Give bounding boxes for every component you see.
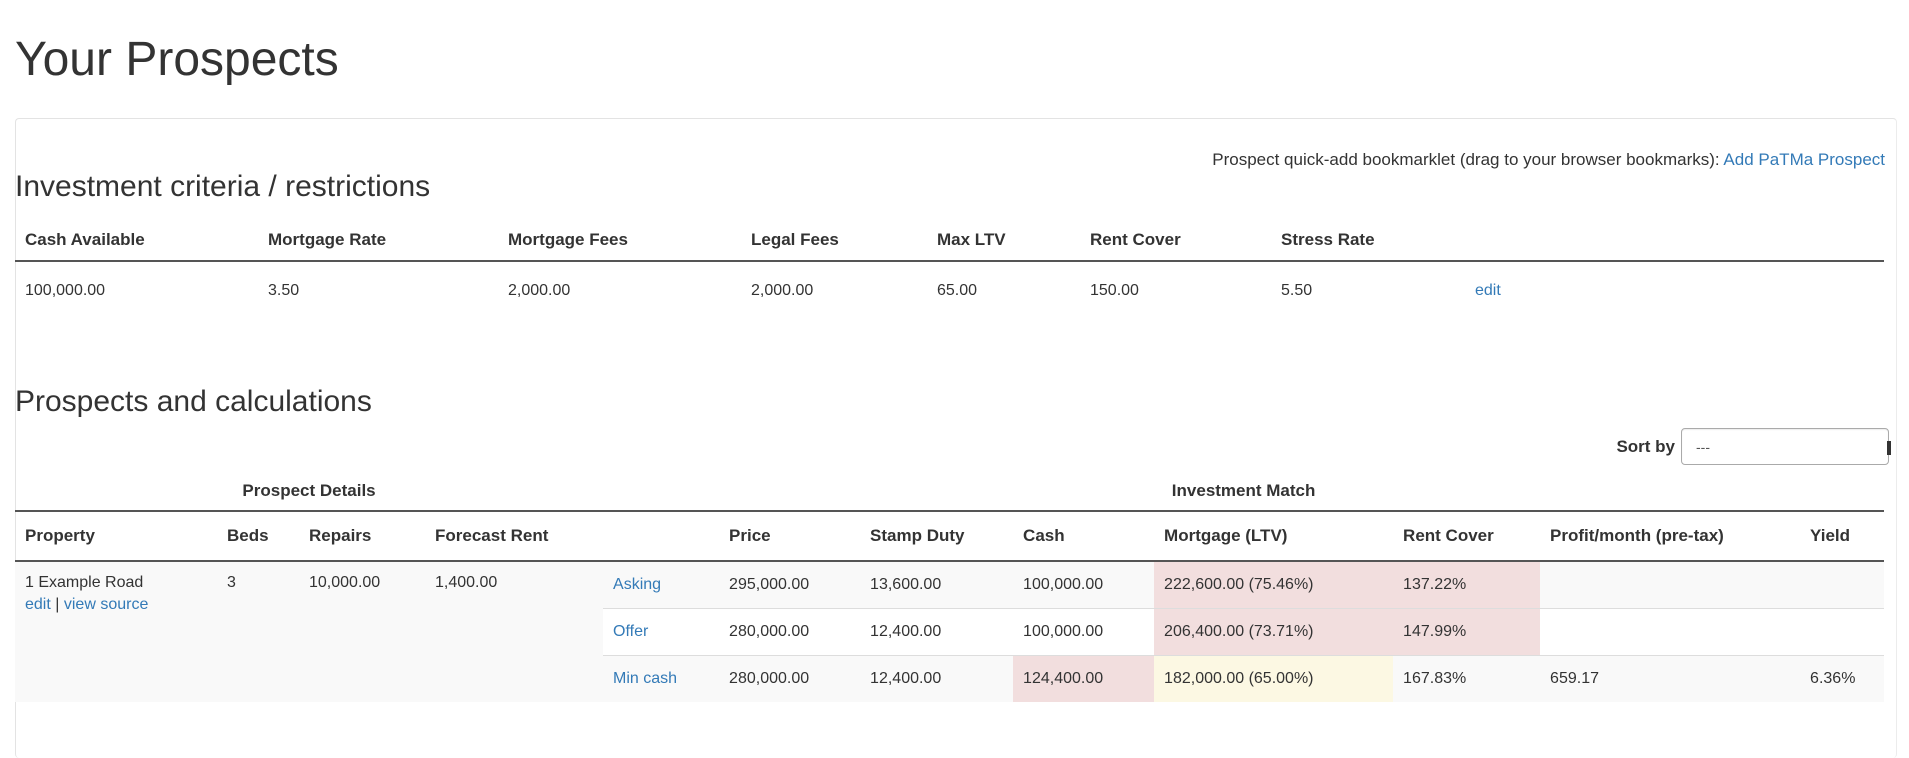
add-prospect-bookmarklet-link[interactable]: Add PaTMa Prospect — [1723, 150, 1885, 169]
value-rent-cover: 150.00 — [1090, 282, 1139, 299]
header-mortgage-rate: Mortgage Rate — [258, 220, 498, 262]
criteria-row: 100,000.00 3.50 2,000.00 2,000.00 65.00 … — [15, 261, 1884, 320]
rent-cover-cell: 147.99% — [1393, 608, 1541, 656]
header-rent-cover: Rent Cover — [1080, 220, 1271, 262]
stamp-duty-cell: 13,600.00 — [860, 561, 1014, 609]
property-actions: edit | view source — [25, 596, 207, 614]
sort-label: Sort by — [1616, 436, 1675, 456]
select-handle-icon — [1887, 441, 1891, 455]
prospects-table: Prospect Details Investment Match Proper… — [15, 472, 1885, 702]
stamp-duty-cell: 12,400.00 — [860, 655, 1014, 702]
scenario-label-cell: Offer — [603, 608, 720, 656]
yield-cell — [1800, 608, 1885, 656]
page-title: Your Prospects — [15, 33, 339, 86]
prospects-title: Prospects and calculations — [15, 385, 372, 418]
group-prospect-details: Prospect Details — [15, 472, 604, 512]
prospects-header-row: Property Beds Repairs Forecast Rent Pric… — [15, 511, 1885, 562]
price-cell: 295,000.00 — [719, 561, 861, 609]
group-header-row: Prospect Details Investment Match — [15, 472, 1885, 512]
header-yield: Yield — [1800, 511, 1885, 562]
group-investment-match: Investment Match — [603, 472, 1885, 512]
action-separator: | — [55, 596, 60, 613]
yield-cell: 6.36% — [1800, 655, 1885, 702]
scenario-offer-link[interactable]: Offer — [613, 623, 648, 640]
value-stress-rate: 5.50 — [1281, 282, 1313, 299]
rent-cover-cell: 167.83% — [1393, 655, 1541, 702]
profit-cell — [1540, 608, 1801, 656]
scenario-label-cell: Min cash — [603, 655, 720, 702]
cash-cell: 100,000.00 — [1013, 608, 1155, 656]
value-legal-fees: 2,000.00 — [751, 282, 814, 299]
stamp-duty-cell: 12,400.00 — [860, 608, 1014, 656]
header-cash: Cash — [1013, 511, 1155, 562]
criteria-actions: edit — [1475, 261, 1884, 320]
header-forecast-rent: Forecast Rent — [425, 511, 604, 562]
property-name: 1 Example Road — [25, 574, 144, 591]
header-profit-month: Profit/month (pre-tax) — [1540, 511, 1801, 562]
header-rent-cover: Rent Cover — [1393, 511, 1541, 562]
price-cell: 280,000.00 — [719, 655, 861, 702]
cash-cell: 124,400.00 — [1013, 655, 1155, 702]
sort-select[interactable]: --- — [1681, 428, 1891, 465]
criteria-title: Investment criteria / restrictions — [15, 170, 431, 203]
value-cash-available: 100,000.00 — [25, 282, 106, 299]
price-cell: 280,000.00 — [719, 608, 861, 656]
header-price: Price — [719, 511, 861, 562]
scenario-asking-link[interactable]: Asking — [613, 576, 661, 593]
forecast-rent-cell: 1,400.00 — [425, 561, 604, 702]
mortgage-cell: 182,000.00 (65.00%) — [1154, 655, 1394, 702]
criteria-header-row: Cash Available Mortgage Rate Mortgage Fe… — [15, 220, 1884, 262]
header-actions — [1475, 220, 1884, 262]
repairs-cell: 10,000.00 — [299, 561, 425, 702]
criteria-table: Cash Available Mortgage Rate Mortgage Fe… — [15, 220, 1884, 320]
value-max-ltv: 65.00 — [937, 282, 978, 299]
header-cash-available: Cash Available — [15, 220, 258, 262]
value-mortgage-rate: 3.50 — [268, 282, 300, 299]
edit-property-link[interactable]: edit — [25, 596, 51, 613]
beds-cell: 3 — [217, 561, 299, 702]
profit-cell — [1540, 561, 1801, 609]
header-max-ltv: Max LTV — [927, 220, 1080, 262]
view-source-link[interactable]: view source — [64, 596, 148, 613]
rent-cover-cell: 137.22% — [1393, 561, 1541, 609]
mortgage-cell: 222,600.00 (75.46%) — [1154, 561, 1394, 609]
scenario-label-cell: Asking — [603, 561, 720, 609]
profit-cell: 659.17 — [1540, 655, 1801, 702]
header-stress-rate: Stress Rate — [1271, 220, 1475, 262]
yield-cell — [1800, 561, 1885, 609]
header-mortgage-fees: Mortgage Fees — [498, 220, 741, 262]
header-property: Property — [15, 511, 217, 562]
value-mortgage-fees: 2,000.00 — [508, 282, 571, 299]
mortgage-cell: 206,400.00 (73.71%) — [1154, 608, 1394, 656]
edit-criteria-link[interactable]: edit — [1475, 282, 1501, 299]
bookmarklet-note: Prospect quick-add bookmarklet (drag to … — [1212, 150, 1885, 170]
header-repairs: Repairs — [299, 511, 425, 562]
bookmarklet-text: Prospect quick-add bookmarklet (drag to … — [1212, 150, 1724, 169]
header-scenario — [603, 511, 720, 562]
header-legal-fees: Legal Fees — [741, 220, 927, 262]
cash-cell: 100,000.00 — [1013, 561, 1155, 609]
sort-selected-value: --- — [1696, 438, 1710, 455]
scenario-min-cash-link[interactable]: Min cash — [613, 670, 677, 687]
property-cell: 1 Example Road edit | view source — [15, 561, 217, 702]
header-mortgage-ltv: Mortgage (LTV) — [1154, 511, 1394, 562]
table-row: 1 Example Road edit | view source 3 10,0… — [15, 561, 1885, 702]
sort-control: Sort by --- — [1616, 428, 1891, 465]
header-beds: Beds — [217, 511, 299, 562]
header-stamp-duty: Stamp Duty — [860, 511, 1014, 562]
